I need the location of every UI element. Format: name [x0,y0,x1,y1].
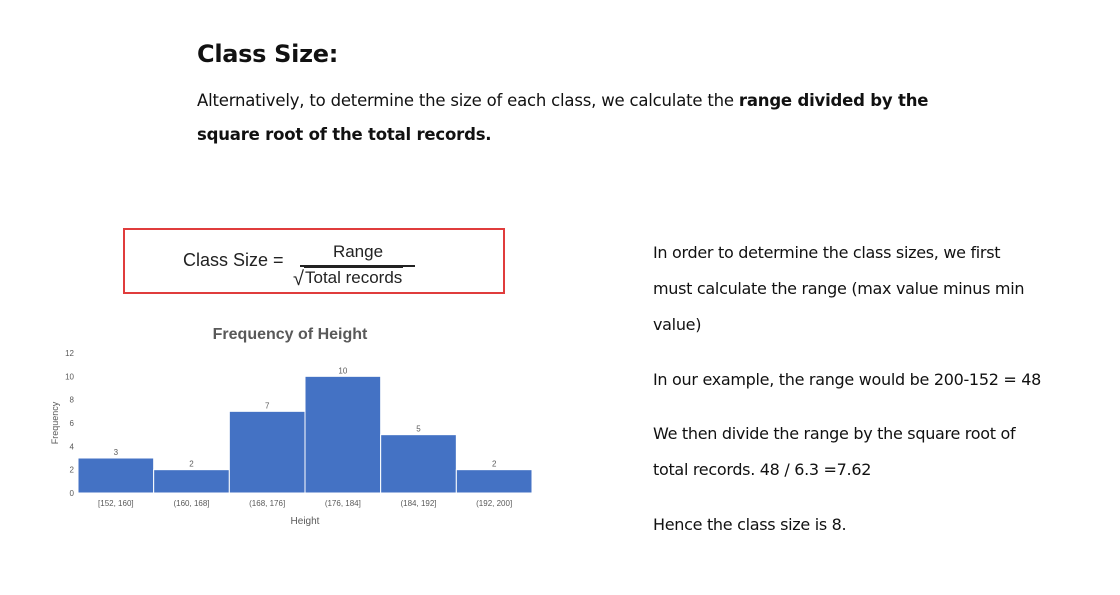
x-axis-title: Height [291,516,320,527]
page-title: Class Size: [197,40,339,68]
explanation-paragraph-4: Hence the class size is 8. [653,515,847,534]
histogram-bar [153,469,230,494]
histogram-bar [304,375,382,494]
square-root-icon: √ [293,268,304,290]
histogram-bar [77,457,155,494]
intro-text: Alternatively, to determine the size of … [197,91,739,110]
explanation-paragraph-2: In our example, the range would be 200-1… [653,370,1042,389]
y-tick-label: 4 [70,442,75,451]
histogram-bar [228,410,306,494]
x-tick-label: (176, 184] [325,499,361,508]
formula-denominator: √Total records [293,267,404,291]
formula-lhs: Class Size = [183,250,284,270]
y-tick-label: 0 [70,489,75,498]
explanation-line: value) [653,315,702,334]
y-tick-label: 8 [70,396,75,405]
data-label: 2 [492,460,497,469]
histogram-chart: Frequency of Height 0 2 4 6 8 10 12 Frequency 3 [1… [40,318,540,537]
intro-bold-2: square root of the total records. [197,125,492,144]
intro-paragraph: Alternatively, to determine the size of … [197,84,1017,152]
intro-bold-1: range divided by the [738,91,929,110]
formula-radicand: Total records [303,267,404,287]
explanation-line: We then divide the range by the square r… [653,424,1016,443]
x-tick-label: (160, 168] [173,499,209,508]
histogram-bar [380,434,457,494]
y-tick-label: 2 [70,466,75,475]
x-tick-label: (168, 176] [249,499,285,508]
x-tick-label: (184, 192] [400,499,436,508]
chart-title: Frequency of Height [213,326,368,343]
y-tick-label: 6 [70,419,75,428]
data-label: 3 [114,448,119,457]
data-label: 5 [416,425,421,434]
y-tick-label: 12 [65,349,74,358]
x-tick-label: (192, 200] [476,499,512,508]
histogram-bar [455,469,533,494]
data-label: 10 [338,366,347,375]
formula-numerator: Range [332,242,384,261]
data-label: 7 [265,401,270,410]
explanation-paragraph-1: In order to determine the class sizes, w… [653,235,1103,343]
data-label: 2 [189,460,194,469]
chart-svg: Frequency of Height 0 2 4 6 8 10 12 Frequency 3 [1… [50,326,533,527]
explanation-line: must calculate the range (max value minu… [653,279,1025,298]
y-tick-label: 10 [65,372,74,381]
explanation-line: total records. 48 / 6.3 =7.62 [653,460,872,479]
explanation-line: In order to determine the class sizes, w… [653,243,1001,262]
explanation-paragraph-3: We then divide the range by the square r… [653,416,1103,488]
formula-box: Class Size = Range √Total records [123,228,505,294]
y-axis-title: Frequency [50,401,60,444]
x-tick-label: [152, 160] [98,499,134,508]
